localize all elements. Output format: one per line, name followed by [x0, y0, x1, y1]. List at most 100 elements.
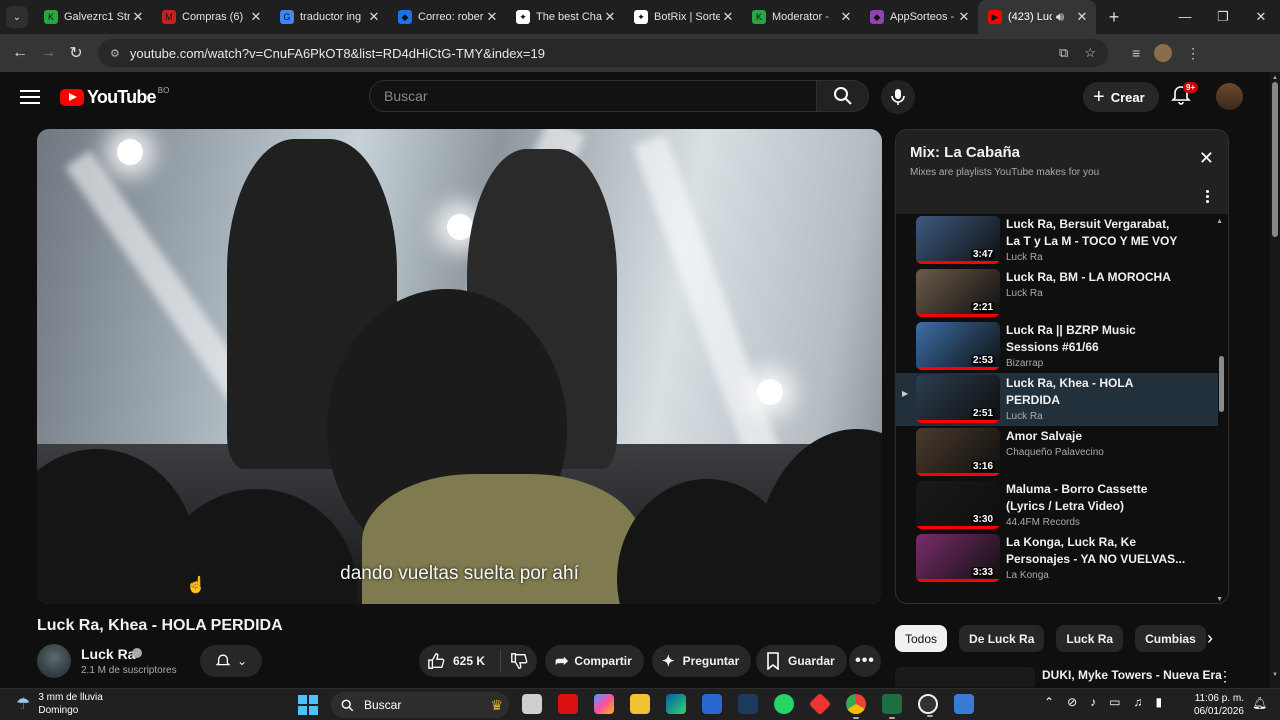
save-label: Guardar	[788, 654, 835, 668]
taskbar-search[interactable]: Buscar ♛	[331, 692, 509, 718]
filter-chip[interactable]: Cumbias	[1135, 625, 1206, 652]
notification-bell-icon[interactable]: 🔔︎	[1252, 696, 1267, 710]
back-icon[interactable]: ←	[6, 44, 34, 62]
browser-tab[interactable]: K Galvezrc1 Str ✕	[34, 0, 152, 34]
browser-tab[interactable]: ✦ The best Cha ✕	[506, 0, 624, 34]
search-input[interactable]: Buscar	[369, 80, 817, 112]
profile-avatar[interactable]	[1154, 44, 1173, 62]
anydesk-icon[interactable]	[808, 692, 832, 716]
browser-tab[interactable]: Gtraductor ing ✕	[270, 0, 388, 34]
video-player[interactable]: dando vueltas suelta por ahí	[37, 129, 882, 604]
page-scroll-up-icon[interactable]: ▲	[1272, 75, 1278, 81]
playlist-item[interactable]: 2:53 Luck Ra || BZRP Music Sessions #61/6…	[896, 320, 1218, 373]
browser-tab[interactable]: ◆ AppSorteos - ✕	[860, 0, 978, 34]
dislike-button[interactable]	[501, 652, 537, 670]
playlist-scrollbar[interactable]	[1219, 356, 1224, 412]
tab-close-icon[interactable]: ✕	[248, 9, 264, 25]
obs-icon[interactable]	[918, 694, 938, 717]
filter-chip[interactable]: De Luck Ra	[959, 625, 1045, 652]
next-video-title[interactable]: DUKI, Myke Towers - Nueva Era	[1042, 668, 1222, 682]
next-video-menu-icon[interactable]: ⋮	[1218, 668, 1232, 685]
reload-icon[interactable]: ↻	[62, 43, 90, 63]
task-view-icon[interactable]	[522, 694, 542, 714]
browser-tab[interactable]: K Moderator - ✕	[742, 0, 860, 34]
copilot-icon[interactable]	[594, 694, 614, 714]
close-playlist-icon[interactable]: ✕	[1199, 148, 1214, 169]
start-button[interactable]	[298, 695, 318, 715]
filter-chip[interactable]: Todos	[895, 625, 948, 652]
playlist-item[interactable]: 2:21 Luck Ra, BM - LA MOROCHA Luck Ra	[896, 267, 1218, 320]
app-red-icon[interactable]	[558, 694, 578, 714]
save-button[interactable]: Guardar	[756, 645, 847, 677]
site-info-icon[interactable]: ⚙	[110, 47, 120, 60]
playlist-item[interactable]: 3:16 Amor Salvaje Chaqueño Palavecino	[896, 426, 1218, 479]
bookmark-star-icon[interactable]: ☆	[1084, 45, 1096, 61]
next-video-thumbnail[interactable]	[895, 667, 1035, 687]
whatsapp-icon[interactable]	[774, 694, 794, 714]
youtube-logo[interactable]: YouTube BO	[60, 86, 169, 108]
photos-icon[interactable]	[954, 694, 974, 714]
edge-icon[interactable]	[666, 694, 686, 714]
install-app-icon[interactable]: ⧉	[1059, 45, 1068, 61]
subscription-bell-button[interactable]: ⌄	[200, 645, 262, 677]
tab-close-icon[interactable]: ✕	[366, 9, 382, 25]
tab-close-icon[interactable]: ✕	[956, 9, 972, 25]
tab-close-icon[interactable]: ✕	[484, 9, 500, 25]
more-actions-button[interactable]: •••	[849, 645, 881, 677]
browser-tab[interactable]: ◆ Correo: rober ✕	[388, 0, 506, 34]
battery-icon[interactable]: ▮	[1155, 695, 1162, 709]
volume-icon[interactable]: ♫	[1133, 695, 1142, 709]
browser-tab[interactable]: M Compras (6) ✕	[152, 0, 270, 34]
tab-close-icon[interactable]: ✕	[720, 9, 736, 25]
mic-tray-icon[interactable]: ♪	[1090, 695, 1096, 709]
tab-close-icon[interactable]: ✕	[130, 9, 146, 25]
menu-icon[interactable]	[20, 86, 40, 108]
ask-button[interactable]: ✦ Preguntar	[652, 645, 752, 677]
maximize-icon[interactable]: ❐	[1204, 9, 1242, 25]
ask-label: Preguntar	[682, 654, 740, 668]
minimize-icon[interactable]: —	[1166, 9, 1204, 25]
media-controls-icon[interactable]: ≡	[1132, 45, 1140, 61]
store-icon[interactable]	[702, 694, 722, 714]
like-button[interactable]: 625 K	[419, 650, 501, 672]
tab-audio-icon[interactable]: 🔊︎	[1052, 9, 1068, 25]
tab-close-icon[interactable]: ✕	[838, 9, 854, 25]
tab-close-icon[interactable]: ✕	[602, 9, 618, 25]
browser-menu-icon[interactable]: ⋮	[1186, 45, 1200, 62]
playlist-item[interactable]: 3:30 Maluma - Borro Cassette (Lyrics / Le…	[896, 479, 1218, 532]
new-tab-button[interactable]: +	[1104, 7, 1124, 28]
filter-chip[interactable]: Luck Ra	[1056, 625, 1124, 652]
weather-widget[interactable]: ☂ 3 mm de lluvia Domingo	[16, 691, 103, 717]
no-network-icon[interactable]: ⊘	[1067, 695, 1077, 709]
excel-icon[interactable]	[882, 694, 902, 719]
search-button[interactable]	[817, 80, 869, 112]
voice-search-button[interactable]	[881, 80, 915, 114]
channel-name[interactable]: Luck Ra	[81, 646, 135, 662]
page-scrollbar[interactable]	[1270, 72, 1280, 688]
browser-tab[interactable]: ▶ (423) Luc 🔊︎ ✕	[978, 0, 1096, 34]
url-input[interactable]: ⚙ youtube.com/watch?v=CnuFA6PkOT8&list=R…	[98, 39, 1108, 67]
share-button[interactable]: ➦ Compartir	[545, 645, 644, 677]
chevron-right-icon[interactable]: ›	[1198, 626, 1222, 650]
playlist-menu-icon[interactable]	[1206, 188, 1210, 205]
close-window-icon[interactable]: ✕	[1242, 9, 1280, 25]
steam-icon[interactable]	[738, 694, 758, 714]
chrome-icon[interactable]	[846, 694, 866, 719]
notification-badge: 9+	[1183, 82, 1199, 93]
scroll-down-icon[interactable]: ▼	[1216, 596, 1223, 603]
forward-icon[interactable]: →	[34, 44, 62, 62]
account-avatar[interactable]	[1216, 83, 1243, 110]
playlist-item[interactable]: 3:33 La Konga, Luck Ra, Ke Personajes - Y…	[896, 532, 1218, 585]
create-button[interactable]: + Crear	[1083, 82, 1159, 112]
chevron-up-icon[interactable]: ⌃	[1044, 695, 1054, 709]
file-explorer-icon[interactable]	[630, 694, 650, 714]
tab-close-icon[interactable]: ✕	[1074, 9, 1090, 25]
channel-avatar[interactable]	[37, 644, 71, 678]
tab-search-icon[interactable]: ⌄	[6, 6, 28, 28]
network-icon[interactable]: ▭	[1109, 695, 1120, 709]
page-scroll-down-icon[interactable]: ▼	[1272, 672, 1278, 678]
playlist-item[interactable]: 3:47 Luck Ra, Bersuit Vergarabat, La T y …	[896, 214, 1218, 267]
playlist-item[interactable]: ▶ 2:51 Luck Ra, Khea - HOLA PERDIDA Luck Ra	[896, 373, 1218, 426]
clock[interactable]: 11:06 p. m. 06/01/2026	[1166, 692, 1244, 718]
browser-tab[interactable]: ✦ BotRix | Sorte ✕	[624, 0, 742, 34]
